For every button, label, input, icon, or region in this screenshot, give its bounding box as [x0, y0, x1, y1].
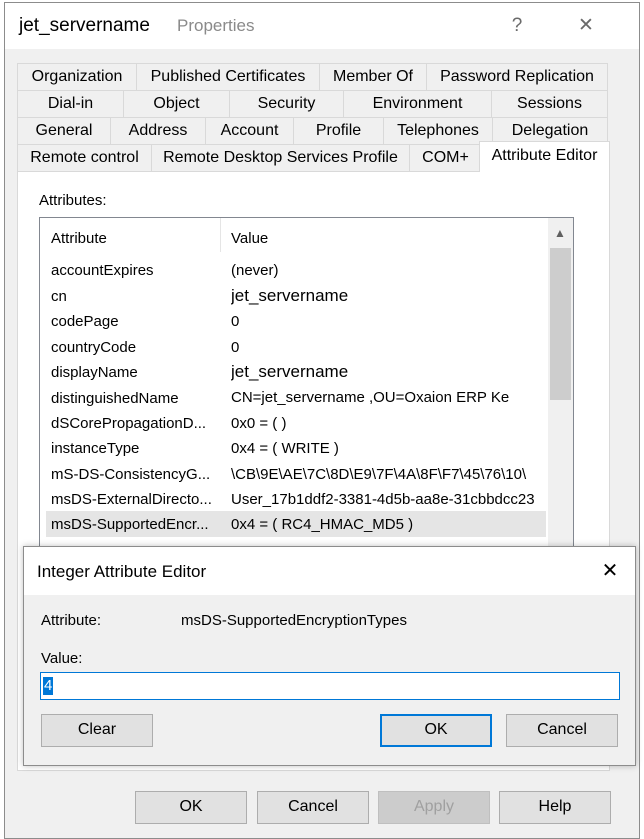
row-attribute-value[interactable]: \CB\9E\AE\7C\8D\E9\7F\4A\8F\F7\45\76\10\ — [231, 466, 545, 483]
column-header-value[interactable]: Value — [231, 230, 268, 247]
tab-organization[interactable]: Organization — [17, 63, 136, 90]
tab-telephones[interactable]: Telephones — [383, 117, 492, 144]
row-attribute-value[interactable]: User_17b1ddf2-3381-4d5b-aa8e-31cbbdcc23 — [231, 491, 545, 508]
tab-password-replication[interactable]: Password Replication — [426, 63, 608, 90]
attributes-list[interactable]: Attribute Value accountExpires (never) c… — [39, 217, 574, 557]
row-attribute-value[interactable]: jet_servername — [231, 362, 545, 382]
row-attribute-name[interactable]: distinguishedName — [51, 390, 221, 407]
row-attribute-value[interactable]: 0 — [231, 339, 545, 356]
row-attribute-value[interactable]: 0x0 = ( ) — [231, 415, 545, 432]
column-header-attribute[interactable]: Attribute — [51, 230, 107, 247]
close-icon[interactable]: ✕ — [574, 13, 598, 39]
apply-button[interactable]: Apply — [378, 791, 490, 824]
row-attribute-value[interactable]: 0x4 = ( WRITE ) — [231, 440, 545, 457]
cancel-button[interactable]: Cancel — [257, 791, 369, 824]
tab-attribute-editor[interactable]: Attribute Editor — [479, 141, 610, 172]
tab-address[interactable]: Address — [110, 117, 205, 144]
row-attribute-name[interactable]: msDS-SupportedEncr... — [51, 516, 221, 533]
attribute-name-value: msDS-SupportedEncryptionTypes — [181, 612, 407, 629]
row-attribute-value[interactable]: CN=jet_servername ,OU=Oxaion ERP Ke — [231, 389, 545, 406]
tab-dial-in[interactable]: Dial-in — [17, 90, 123, 117]
row-attribute-name[interactable]: displayName — [51, 364, 221, 381]
value-label: Value: — [41, 650, 83, 667]
tab-environment[interactable]: Environment — [343, 90, 491, 117]
tab-profile[interactable]: Profile — [293, 117, 383, 144]
row-attribute-name[interactable]: dSCorePropagationD... — [51, 415, 221, 432]
attribute-label: Attribute: — [41, 612, 102, 629]
row-attribute-name[interactable]: msDS-ExternalDirecto... — [51, 491, 221, 508]
row-attribute-name[interactable]: countryCode — [51, 339, 221, 356]
ok-button[interactable]: OK — [135, 791, 247, 824]
help-button[interactable]: Help — [499, 791, 611, 824]
row-attribute-value[interactable]: 0 — [231, 313, 545, 330]
row-attribute-name[interactable]: cn — [51, 288, 221, 305]
clear-button[interactable]: Clear — [41, 714, 153, 747]
tab-published-certificates[interactable]: Published Certificates — [136, 63, 319, 90]
dialog-close-icon[interactable]: ✕ — [598, 558, 622, 584]
row-attribute-value[interactable]: jet_servername — [231, 286, 545, 306]
row-attribute-name[interactable]: codePage — [51, 313, 221, 330]
window-title: jet_servername — [19, 15, 150, 36]
row-attribute-value[interactable]: 0x4 = ( RC4_HMAC_MD5 ) — [231, 516, 545, 533]
attributes-label: Attributes: — [39, 192, 107, 209]
dialog-title: Integer Attribute Editor — [37, 562, 207, 581]
window-title-suffix: Properties — [177, 16, 255, 35]
help-icon[interactable]: ? — [505, 13, 529, 39]
integer-attribute-editor-dialog: Integer Attribute Editor ✕ Attribute: ms… — [23, 546, 636, 766]
column-separator[interactable] — [220, 218, 221, 252]
tab-com-plus[interactable]: COM+ — [409, 144, 481, 171]
scroll-up-icon[interactable]: ▲ — [554, 226, 566, 240]
tab-remote-desktop-services-profile[interactable]: Remote Desktop Services Profile — [151, 144, 409, 171]
dialog-ok-button[interactable]: OK — [380, 714, 492, 747]
tab-object[interactable]: Object — [123, 90, 229, 117]
value-input[interactable]: 4 — [40, 672, 620, 700]
tab-account[interactable]: Account — [205, 117, 293, 144]
value-input-text[interactable]: 4 — [43, 677, 54, 695]
tab-remote-control[interactable]: Remote control — [17, 144, 151, 171]
row-attribute-name[interactable]: mS-DS-ConsistencyG... — [51, 466, 221, 483]
tab-general[interactable]: General — [17, 117, 110, 144]
tab-delegation[interactable]: Delegation — [492, 117, 608, 144]
scrollbar-thumb[interactable] — [550, 248, 571, 400]
tab-security[interactable]: Security — [229, 90, 343, 117]
dialog-cancel-button[interactable]: Cancel — [506, 714, 618, 747]
row-attribute-value[interactable]: (never) — [231, 262, 545, 279]
tab-member-of[interactable]: Member Of — [319, 63, 426, 90]
row-attribute-name[interactable]: instanceType — [51, 440, 221, 457]
tab-sessions[interactable]: Sessions — [491, 90, 608, 117]
row-attribute-name[interactable]: accountExpires — [51, 262, 221, 279]
